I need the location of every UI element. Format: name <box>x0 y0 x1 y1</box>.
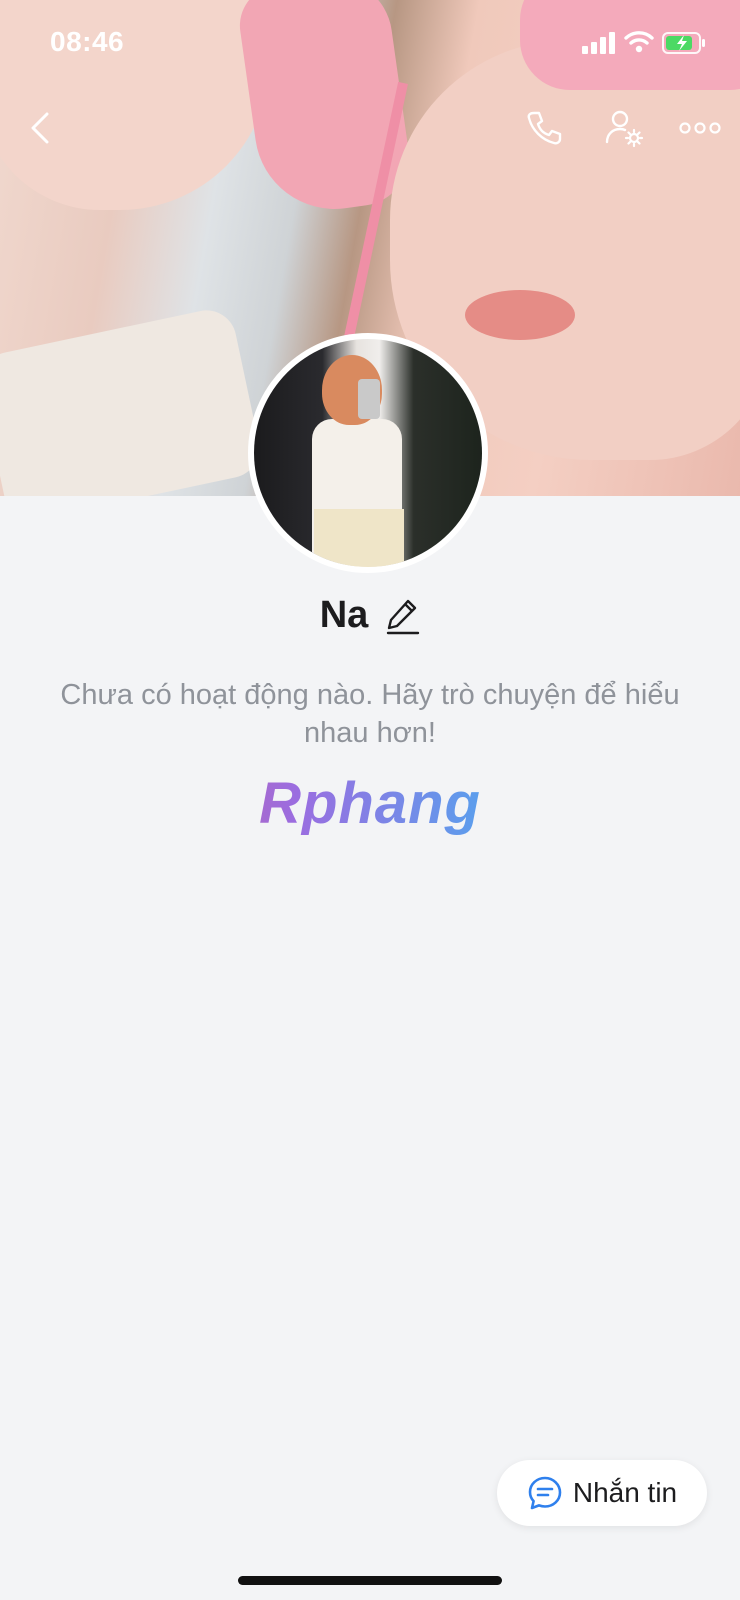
cover-lips <box>465 290 575 340</box>
wifi-icon <box>624 31 654 53</box>
user-settings-icon <box>605 110 644 148</box>
avatar-figure-skirt <box>314 509 404 567</box>
profile-name-row: Na <box>0 594 740 637</box>
pencil-icon <box>387 599 420 634</box>
home-indicator[interactable] <box>238 1576 502 1585</box>
more-options-button[interactable] <box>676 108 724 148</box>
message-button[interactable]: Nhắn tin <box>497 1460 707 1526</box>
profile-settings-button[interactable] <box>600 104 648 152</box>
avatar[interactable] <box>248 333 488 573</box>
cellular-signal-icon <box>582 32 615 54</box>
edit-name-button[interactable] <box>386 597 420 635</box>
message-button-label: Nhắn tin <box>572 1477 678 1508</box>
back-button[interactable] <box>18 106 62 150</box>
more-dots-icon <box>679 122 721 134</box>
status-time: 08:46 <box>50 26 125 57</box>
battery-charging-icon <box>662 32 705 54</box>
avatar-figure-phone <box>358 379 380 419</box>
chat-bubble-icon <box>528 1476 562 1510</box>
empty-activity-text: Chưa có hoạt động nào. Hãy trò chuyện để… <box>60 679 680 749</box>
phone-icon <box>527 111 562 145</box>
status-bar: 08:46 <box>0 0 740 90</box>
profile-name: Na <box>319 594 369 636</box>
call-button[interactable] <box>520 104 568 152</box>
back-chevron-icon <box>31 112 49 144</box>
watermark-logo: Rphang <box>0 770 740 837</box>
avatar-photo <box>254 339 482 567</box>
cover-bag <box>0 304 265 496</box>
